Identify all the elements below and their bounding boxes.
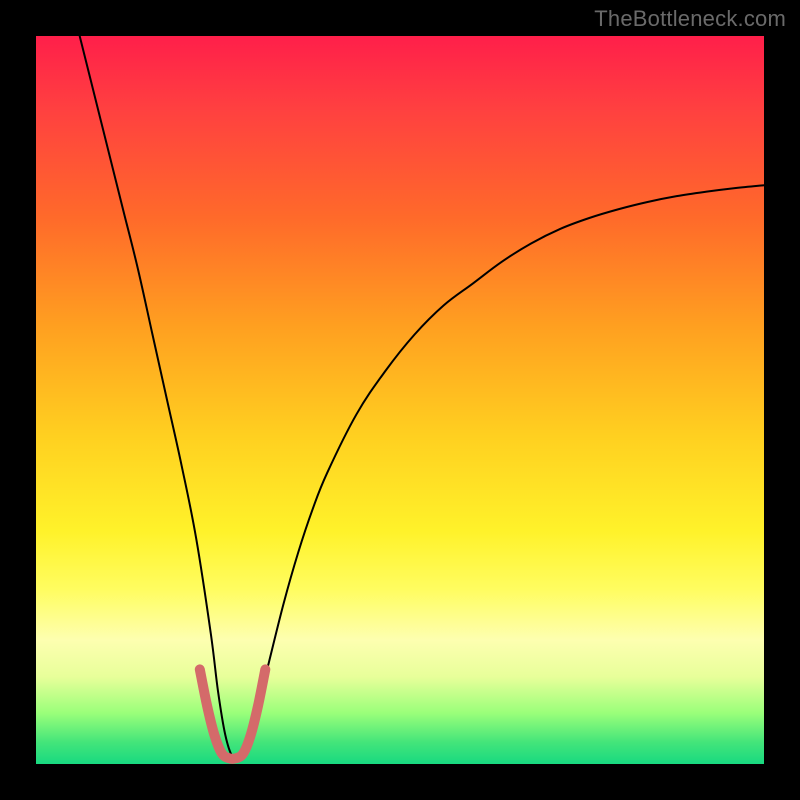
plot-area: [36, 36, 764, 764]
watermark-text: TheBottleneck.com: [594, 6, 786, 32]
highlight-band: [200, 669, 266, 759]
bottleneck-curve: [80, 36, 764, 759]
chart-frame: TheBottleneck.com: [0, 0, 800, 800]
curve-layer: [36, 36, 764, 764]
